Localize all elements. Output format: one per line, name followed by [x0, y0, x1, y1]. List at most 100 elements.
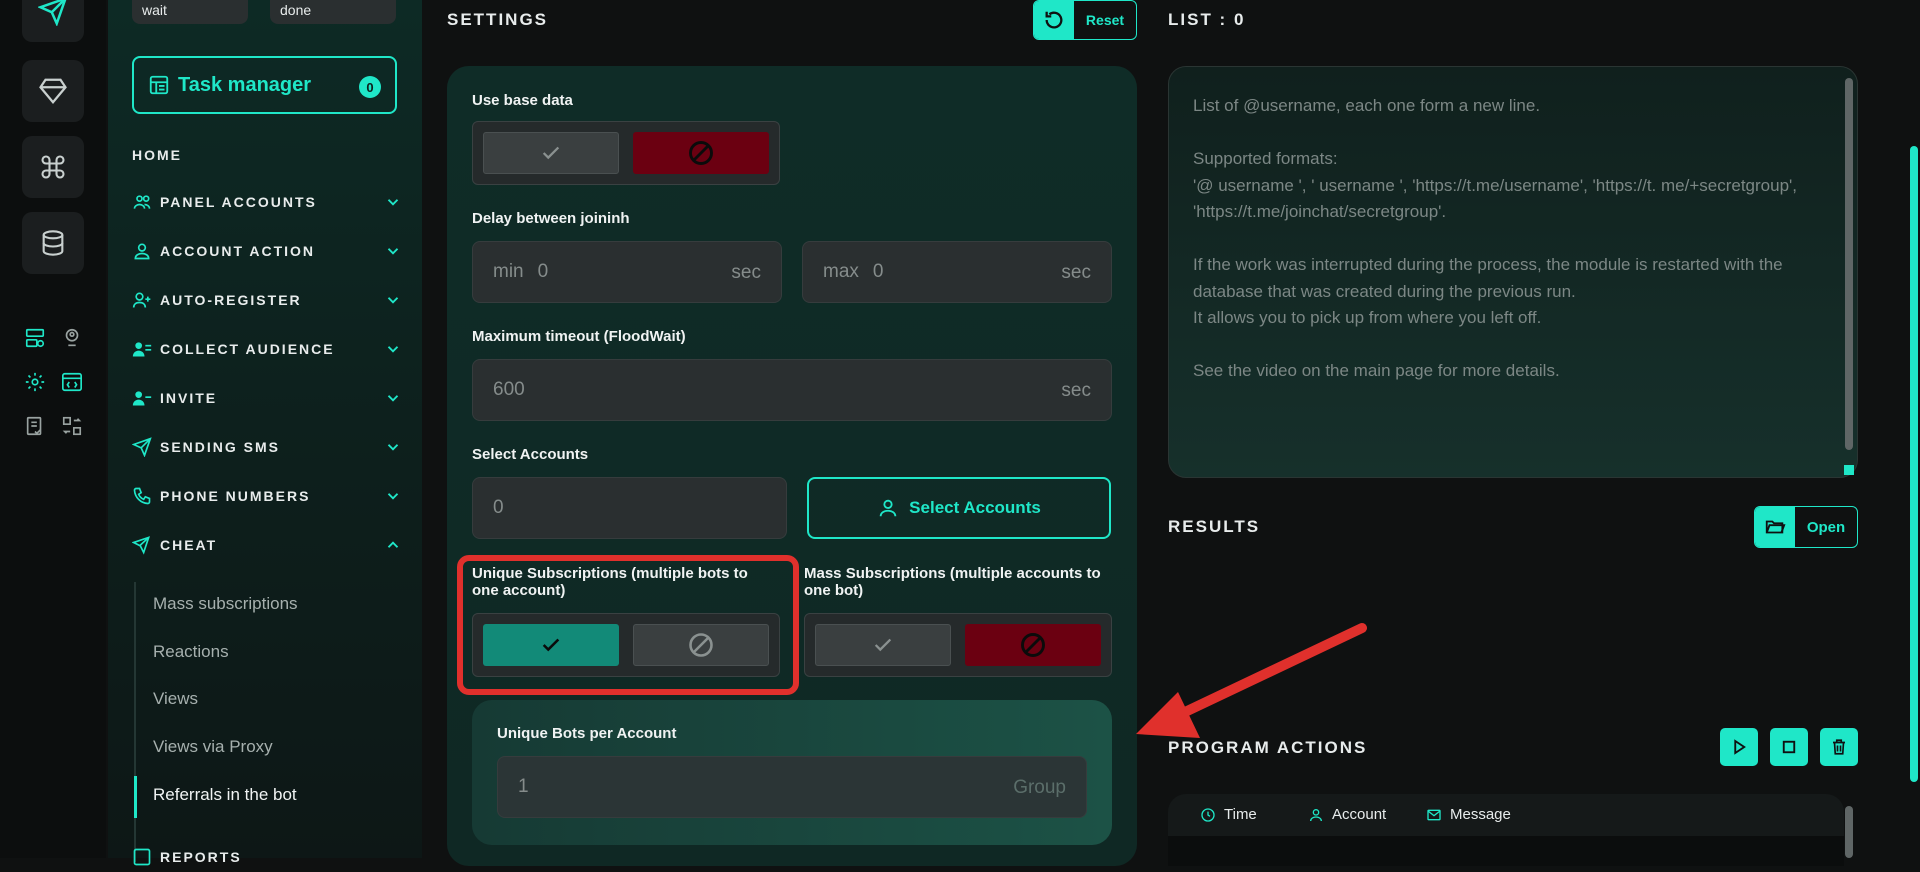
nav-label: PANEL ACCOUNTS	[160, 194, 317, 210]
delay-min-input[interactable]: min 0 sec	[472, 241, 782, 303]
nav-reports[interactable]: REPORTS	[132, 842, 402, 872]
done-chip[interactable]: done	[270, 0, 396, 24]
unique-bots-label: Unique Bots per Account	[497, 725, 677, 742]
submenu-referrals-in-the-bot[interactable]: Referrals in the bot	[153, 785, 297, 805]
command-nav-button[interactable]	[22, 136, 84, 198]
submenu-active-indicator	[134, 776, 137, 818]
stop-icon	[1782, 740, 1796, 754]
swap-icon[interactable]	[60, 414, 84, 438]
submenu-mass-subscriptions[interactable]: Mass subscriptions	[153, 594, 298, 614]
submenu-reactions[interactable]: Reactions	[153, 642, 229, 662]
nav-cheat[interactable]: CHEAT	[132, 530, 402, 560]
settings-title: SETTINGS	[447, 10, 549, 29]
timeout-input[interactable]: 600 sec	[472, 359, 1112, 421]
actions-log-body	[1168, 836, 1844, 866]
unique-bots-suffix: Group	[1013, 777, 1066, 798]
user-location-icon[interactable]	[60, 326, 84, 350]
accounts-count-input[interactable]: 0	[472, 477, 787, 539]
username-list-textarea[interactable]: List of @username, each one form a new l…	[1168, 66, 1858, 478]
delay-max-value: 0	[872, 261, 884, 282]
check-icon	[874, 638, 892, 652]
checklist-icon[interactable]	[23, 414, 47, 438]
column-account[interactable]: Account	[1308, 806, 1386, 823]
log-scrollbar[interactable]	[1845, 806, 1853, 858]
submenu-views[interactable]: Views	[153, 689, 198, 709]
column-message-label: Message	[1450, 806, 1511, 823]
select-accounts-button[interactable]: Select Accounts	[807, 477, 1111, 539]
column-message[interactable]: Message	[1426, 806, 1511, 823]
textarea-scrollbar[interactable]	[1845, 78, 1853, 450]
block-icon	[689, 141, 713, 165]
delay-max-prefix: max	[823, 261, 859, 282]
column-account-label: Account	[1332, 806, 1387, 823]
nav-sending-sms[interactable]: SENDING SMS	[132, 432, 402, 462]
send-sparkle-icon	[132, 536, 150, 555]
reset-label: Reset	[1085, 12, 1125, 28]
send-icon	[132, 437, 152, 457]
mail-icon	[1427, 809, 1441, 820]
delay-max-input[interactable]: max 0 sec	[802, 241, 1112, 303]
task-manager-label: Task manager	[178, 73, 312, 96]
accounts-count-value: 0	[493, 497, 504, 518]
chevron-down-icon	[387, 493, 399, 500]
wait-chip[interactable]: wait	[132, 0, 248, 24]
chevron-down-icon	[387, 346, 399, 353]
task-board-icon	[149, 75, 169, 95]
annotation-highlight-box	[457, 555, 799, 695]
mass-subscriptions-toggle	[804, 613, 1112, 677]
nav-auto-register[interactable]: AUTO-REGISTER	[132, 285, 402, 315]
users-list-icon	[132, 342, 152, 357]
server-list-icon[interactable]	[23, 326, 47, 350]
column-time[interactable]: Time	[1200, 806, 1257, 823]
submenu-line	[134, 582, 136, 862]
user-invite-icon	[132, 391, 152, 406]
chevron-down-icon	[387, 395, 399, 402]
results-title: RESULTS	[1168, 517, 1261, 536]
nav-phone-numbers[interactable]: PHONE NUMBERS	[132, 481, 402, 511]
report-icon	[133, 848, 151, 866]
list-title: LIST : 0	[1168, 10, 1246, 29]
play-button[interactable]	[1720, 728, 1758, 766]
settings-gear-icon[interactable]	[23, 370, 47, 394]
check-icon	[542, 146, 560, 160]
nav-label: SENDING SMS	[160, 439, 281, 455]
unique-bots-value: 1	[518, 776, 529, 797]
use-base-data-no-button[interactable]	[633, 132, 769, 174]
nav-label: ACCOUNT ACTION	[160, 243, 316, 259]
stop-button[interactable]	[1770, 728, 1808, 766]
use-base-data-yes-button[interactable]	[483, 132, 619, 174]
nav-label: CHEAT	[160, 537, 218, 553]
command-icon	[41, 155, 65, 179]
nav-label: AUTO-REGISTER	[160, 292, 302, 308]
open-results-button[interactable]: Open	[1754, 506, 1858, 548]
page-scrollbar[interactable]	[1910, 146, 1918, 782]
code-window-icon[interactable]	[60, 370, 84, 394]
sidebar: wait done Task manager 0 HOME PANEL ACCO…	[108, 0, 422, 866]
database-nav-button[interactable]	[22, 212, 84, 274]
select-accounts-button-label: Select Accounts	[909, 498, 1041, 517]
open-label: Open	[1806, 518, 1846, 536]
use-base-data-label: Use base data	[472, 92, 573, 109]
telegram-nav-button[interactable]	[22, 0, 84, 42]
nav-collect-audience[interactable]: COLLECT AUDIENCE	[132, 334, 402, 364]
nav-panel-accounts[interactable]: PANEL ACCOUNTS	[132, 187, 402, 217]
delay-label: Delay between joininh	[472, 210, 630, 227]
chevron-down-icon	[387, 297, 399, 304]
nav-home[interactable]: HOME	[132, 140, 402, 170]
nav-label: REPORTS	[160, 849, 242, 865]
diamond-nav-button[interactable]	[22, 60, 84, 122]
play-icon	[1734, 739, 1746, 755]
unique-bots-input[interactable]: 1 Group	[497, 756, 1087, 818]
reset-button[interactable]: Reset	[1033, 0, 1137, 40]
nav-account-action[interactable]: ACCOUNT ACTION	[132, 236, 402, 266]
submenu-views-via-proxy[interactable]: Views via Proxy	[153, 737, 273, 757]
folder-open-icon	[1765, 520, 1786, 534]
task-manager-button[interactable]: Task manager 0	[132, 56, 397, 114]
nav-invite[interactable]: INVITE	[132, 383, 402, 413]
delay-max-suffix: sec	[1061, 262, 1091, 283]
mass-subscriptions-yes-button[interactable]	[815, 624, 951, 666]
delay-min-prefix: min	[493, 261, 524, 282]
clear-button[interactable]	[1820, 728, 1858, 766]
mass-subscriptions-no-button[interactable]	[965, 624, 1101, 666]
resize-handle[interactable]	[1844, 465, 1854, 475]
